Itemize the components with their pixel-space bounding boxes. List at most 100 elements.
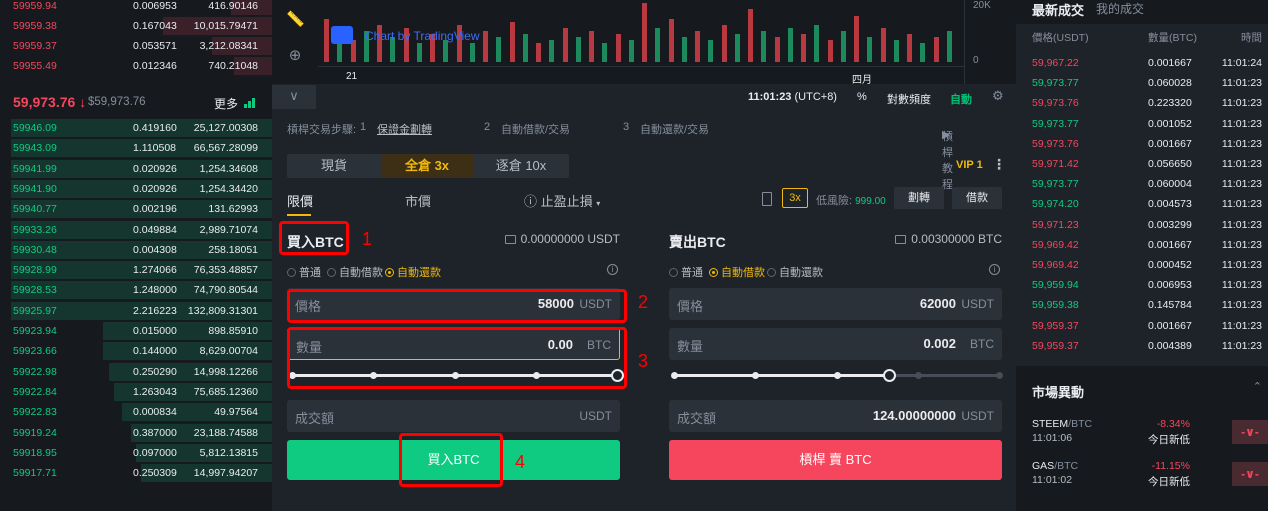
sell-price-input[interactable]: 價格 62000 USDT <box>669 288 1002 320</box>
tab-my-trades[interactable]: 我的成交 <box>1096 0 1144 17</box>
bid-row[interactable]: 59922.83 0.000834 49.97564 <box>0 402 272 422</box>
bid-row[interactable]: 59917.71 0.250309 14,997.94207 <box>0 463 272 483</box>
callout-box-1 <box>279 221 349 255</box>
ask-row[interactable]: 59955.49 0.012346 740.21048 <box>0 56 272 76</box>
slider-step[interactable] <box>752 372 760 379</box>
more-options-icon[interactable]: ⋮ <box>992 156 1006 173</box>
callout-box-3 <box>287 327 627 389</box>
info-icon[interactable]: i <box>607 264 618 275</box>
bid-row[interactable]: 59946.09 0.419160 25,127.00308 <box>0 118 272 138</box>
buy-total-input[interactable]: 成交額 USDT <box>287 400 620 432</box>
bid-row[interactable]: 59941.99 0.020926 1,254.34608 <box>0 159 272 179</box>
chart-settings-gear-icon[interactable]: ⚙ <box>992 88 1004 104</box>
mover-row[interactable]: GAS/BTC 11:01:02 -11.15% 今日新低 -∨- <box>1016 460 1268 496</box>
leverage-badge[interactable]: 3x <box>782 188 808 208</box>
radio-normal[interactable]: 普通 <box>669 264 703 280</box>
callout-number-4: 4 <box>515 452 526 472</box>
ask-row[interactable]: 59959.38 0.167043 10,015.79471 <box>0 16 272 36</box>
radio-auto-borrow[interactable]: 自動借款 <box>709 264 765 280</box>
callout-box-2 <box>287 289 627 323</box>
tab-spot[interactable]: 現貨 <box>287 154 381 178</box>
bid-row[interactable]: 59923.66 0.144000 8,629.00704 <box>0 341 272 361</box>
volume-bar <box>920 43 926 62</box>
bid-row[interactable]: 59922.84 1.263043 75,685.12360 <box>0 382 272 402</box>
step-transfer-link[interactable]: 保證金劃轉 <box>377 121 432 137</box>
tab-limit[interactable]: 限價 <box>287 191 313 210</box>
tab-cross-margin[interactable]: 全倉 3x <box>381 154 473 178</box>
bid-row[interactable]: 59930.48 0.004308 258.18051 <box>0 240 272 260</box>
tradingview-label[interactable]: Chart by TradingView <box>365 29 480 43</box>
ask-row[interactable]: 59959.37 0.053571 3,212.08341 <box>0 36 272 56</box>
auto-scale-toggle[interactable]: 自動 <box>950 91 972 107</box>
tradingview-logo-icon <box>331 26 353 44</box>
margin-sell-btc-button[interactable]: 槓桿 賣 BTC <box>669 440 1002 480</box>
sell-quantity-input[interactable]: 數量 0.002 BTC <box>669 328 1002 360</box>
trade-row: 59,969.42 0.001667 11:01:23 <box>1032 238 1262 251</box>
steps-label: 槓桿交易步驟: <box>287 124 357 136</box>
sell-total-input[interactable]: 成交額 124.00000000 USDT <box>669 400 1002 432</box>
radio-auto-repay[interactable]: 自動還款 <box>767 264 823 280</box>
bid-row[interactable]: 59922.98 0.250290 14,998.12266 <box>0 362 272 382</box>
chevron-up-icon[interactable]: ⌃ <box>1253 380 1262 393</box>
mover-row[interactable]: STEEM/BTC 11:01:06 -8.34% 今日新低 -∨- <box>1016 418 1268 454</box>
chart-time: 11:01:23 (UTC+8) <box>748 91 837 103</box>
transfer-button[interactable]: 劃轉 <box>894 187 944 209</box>
bid-row[interactable]: 59933.26 0.049884 2,989.71074 <box>0 220 272 240</box>
bid-row[interactable]: 59941.90 0.020926 1,254.34420 <box>0 179 272 199</box>
radio-auto-borrow[interactable]: 自動借款 <box>327 264 383 280</box>
slider-handle[interactable] <box>882 369 896 382</box>
bid-row[interactable]: 59925.97 2.216223 132,809.31301 <box>0 301 272 321</box>
volume-bar <box>536 43 541 62</box>
volume-bar <box>761 31 767 62</box>
trade-row: 59,959.38 0.145784 11:01:23 <box>1032 299 1262 312</box>
bid-row[interactable]: 59928.99 1.274066 76,353.48857 <box>0 260 272 280</box>
info-icon[interactable]: i <box>989 264 1000 275</box>
slider-step[interactable] <box>996 372 1003 379</box>
sell-amount-slider[interactable] <box>671 369 1003 383</box>
volume-bar <box>946 31 952 62</box>
collapse-chevron-icon[interactable]: ∨ <box>272 85 316 109</box>
bid-row[interactable]: 59923.94 0.015000 898.85910 <box>0 321 272 341</box>
tab-stop-limit[interactable]: ⓘ 止盈止損 ▾ <box>524 191 600 210</box>
new-low-icon: -∨- <box>1232 462 1268 486</box>
step-repay-trade: 自動還款/交易 <box>640 124 710 136</box>
step-number: 2 <box>484 121 491 133</box>
bid-row[interactable]: 59943.09 1.110508 66,567.28099 <box>0 138 272 158</box>
step-borrow-trade: 自動借款/交易 <box>501 124 571 136</box>
volume-bar <box>549 40 555 62</box>
slider-step[interactable] <box>671 372 678 379</box>
volume-bar <box>469 43 475 62</box>
slider-step[interactable] <box>833 372 841 379</box>
trade-row: 59,973.77 0.060028 11:01:23 <box>1032 77 1262 90</box>
bid-row[interactable]: 59928.53 1.248000 74,790.80544 <box>0 280 272 300</box>
bid-row[interactable]: 59940.77 0.002196 131.62993 <box>0 199 272 219</box>
tab-market-trades[interactable]: 最新成交 <box>1032 0 1084 19</box>
bid-row[interactable]: 59918.95 0.097000 5,812.13815 <box>0 443 272 463</box>
trade-row: 59,971.23 0.003299 11:01:23 <box>1032 218 1262 231</box>
radio-normal[interactable]: 普通 <box>287 264 321 280</box>
trade-row: 59,973.77 0.060004 11:01:23 <box>1032 178 1262 191</box>
borrow-button[interactable]: 借款 <box>952 187 1002 209</box>
volume-bar <box>867 37 873 62</box>
ruler-icon[interactable]: 📏 <box>286 10 305 28</box>
volume-bar <box>748 9 753 62</box>
risk-level: 低風險: 999.00 <box>816 195 886 207</box>
log-scale-toggle[interactable]: 對數頻度 <box>887 91 931 107</box>
radio-auto-repay[interactable]: 自動還款 <box>385 264 441 280</box>
slider-step[interactable] <box>914 372 922 379</box>
volume-bar <box>933 37 939 62</box>
more-link[interactable]: 更多 <box>214 95 238 112</box>
order-type-tabs: 限價 市價 ⓘ 止盈止損 ▾ 3x 低風險: 999.00 劃轉 借款 <box>272 186 1016 218</box>
tab-market[interactable]: 市價 <box>405 191 431 210</box>
callout-box-4 <box>399 433 503 487</box>
volume-bar <box>668 18 674 62</box>
calculator-icon[interactable] <box>762 192 772 206</box>
buy-mode-radios: 普通 自動借款 自動還款 i <box>287 264 620 280</box>
signal-bars-icon <box>244 97 258 108</box>
percent-toggle[interactable]: % <box>857 91 867 103</box>
bid-row[interactable]: 59919.24 0.387000 23,188.74588 <box>0 423 272 443</box>
ask-row[interactable]: 59959.94 0.006953 416.90146 <box>0 0 272 16</box>
y-tick: 20K <box>973 0 991 11</box>
tab-isolated-margin[interactable]: 逐倉 10x <box>473 154 569 178</box>
zoom-in-icon[interactable]: ⊕ <box>286 46 304 64</box>
